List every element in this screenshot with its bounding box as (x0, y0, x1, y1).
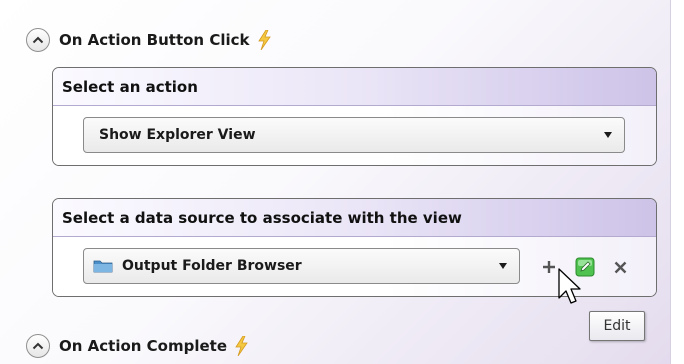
collapse-button[interactable] (26, 334, 50, 358)
dropdown-arrow-icon (604, 132, 612, 138)
data-source-select-value: Output Folder Browser (122, 258, 302, 274)
close-icon[interactable] (612, 259, 628, 275)
action-group-title: Select an action (62, 77, 198, 96)
arrow-pointer-icon (558, 268, 582, 312)
action-select-value: Show Explorer View (99, 127, 256, 143)
data-source-group-header: Select a data source to associate with t… (53, 199, 656, 237)
section-title: On Action Button Click (59, 31, 250, 49)
tooltip-text: Edit (603, 318, 631, 334)
action-select[interactable]: Show Explorer View (83, 117, 625, 153)
section-header-action-complete: On Action Complete (26, 331, 248, 361)
action-group: Select an action Show Explorer View (52, 67, 657, 166)
data-source-group-title: Select a data source to associate with t… (62, 208, 462, 227)
data-source-select[interactable]: Output Folder Browser (83, 248, 520, 284)
chevron-up-icon (32, 342, 44, 350)
collapse-button[interactable] (26, 28, 50, 52)
edit-tooltip: Edit (589, 311, 645, 341)
section-header-action-button-click: On Action Button Click (26, 25, 271, 55)
dropdown-arrow-icon (499, 263, 507, 269)
action-group-body: Show Explorer View (53, 106, 656, 165)
lightning-icon (234, 336, 248, 356)
action-group-header: Select an action (53, 68, 656, 106)
plus-icon[interactable] (541, 259, 557, 275)
event-panel: On Action Button Click Select an action … (0, 0, 671, 364)
section-title: On Action Complete (59, 337, 228, 355)
chevron-up-icon (32, 36, 44, 44)
folder-icon (93, 258, 113, 274)
lightning-icon (257, 30, 271, 50)
